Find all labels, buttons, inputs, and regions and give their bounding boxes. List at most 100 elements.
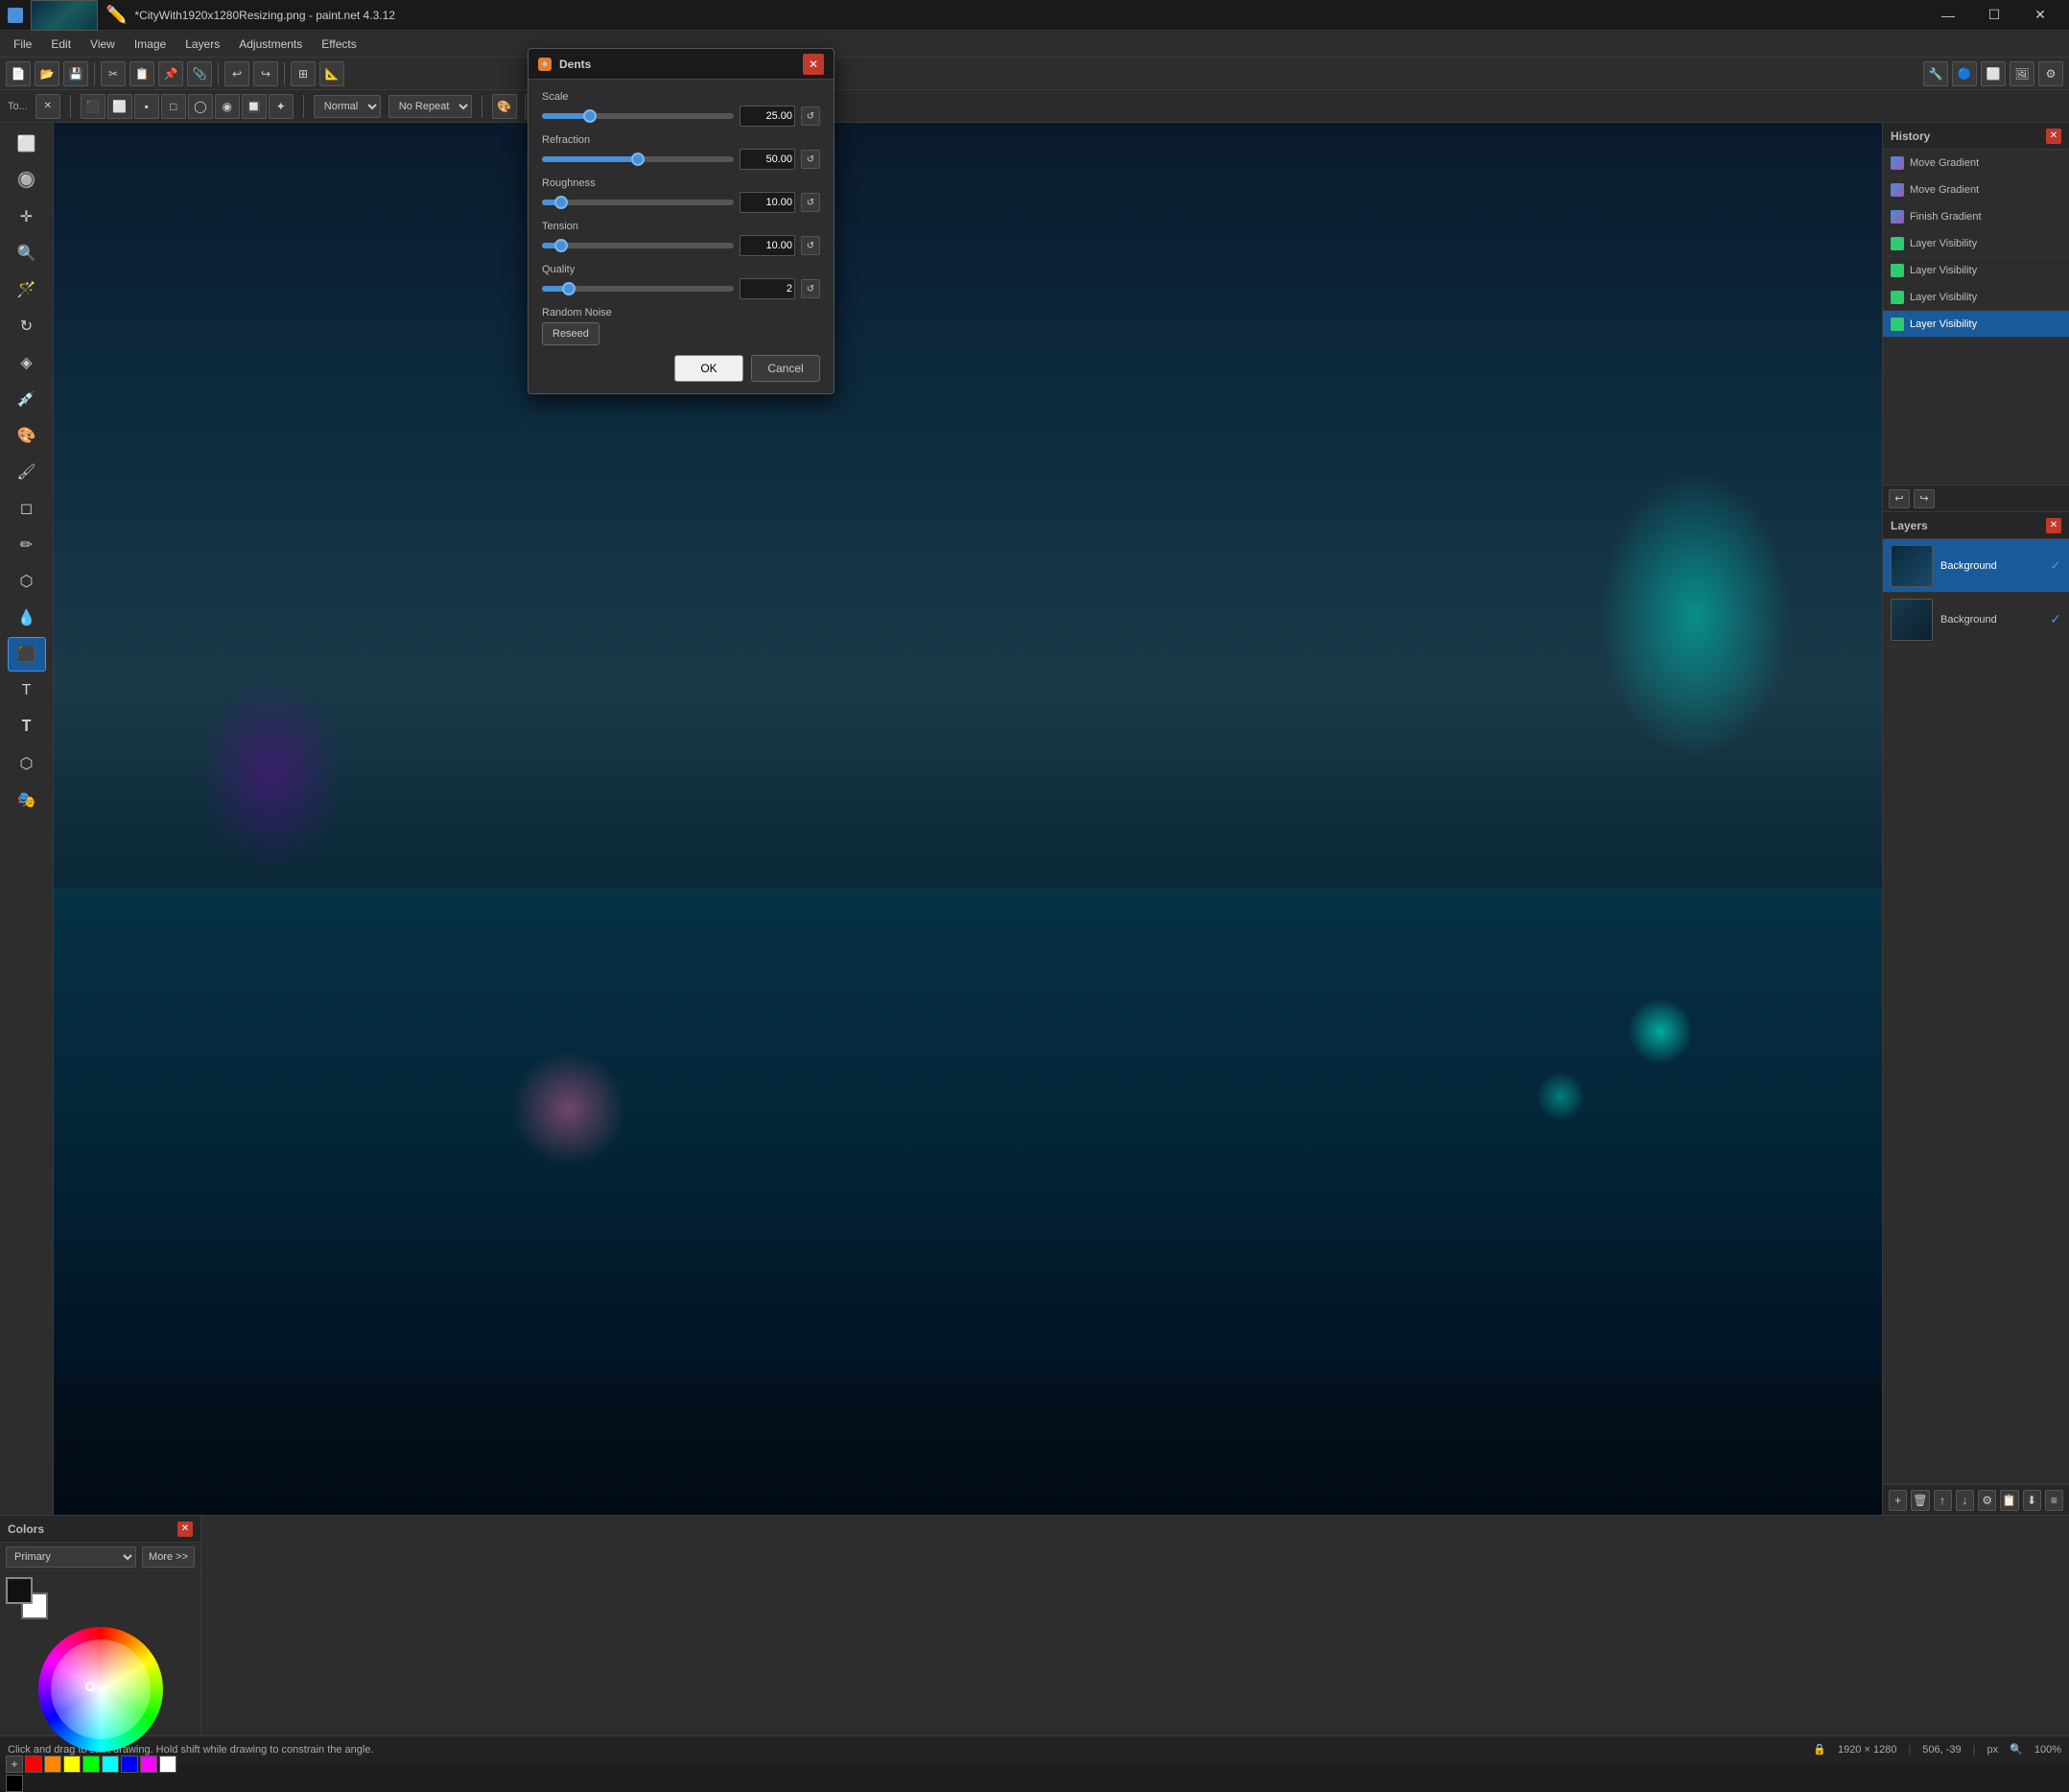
palette-color-6[interactable] [121, 1756, 138, 1773]
tool-rotate[interactable]: ↻ [8, 309, 46, 343]
scale-input[interactable] [740, 106, 795, 127]
gradient-btn[interactable]: 🎨 [492, 94, 517, 119]
palette-color-4[interactable] [82, 1756, 100, 1773]
history-item[interactable]: Layer Visibility [1883, 284, 2069, 311]
ok-button[interactable]: OK [674, 355, 743, 382]
tool-eraser[interactable]: ◻ [8, 491, 46, 526]
tool-text[interactable]: T [8, 673, 46, 708]
history-item[interactable]: Layer Visibility [1883, 230, 2069, 257]
add-layer-btn[interactable]: + [1889, 1490, 1907, 1511]
undo-history-btn[interactable]: ↩ [1889, 489, 1910, 508]
layer-properties-btn[interactable]: ⚙ [1978, 1490, 1996, 1511]
menu-adjustments[interactable]: Adjustments [229, 34, 312, 55]
toolbar-icon-1[interactable]: 🔧 [1923, 61, 1948, 86]
tool-move[interactable]: ✛ [8, 200, 46, 234]
quality-reset-btn[interactable]: ↺ [801, 279, 820, 298]
undo-button[interactable]: ↩ [224, 61, 249, 86]
refraction-track[interactable] [542, 156, 734, 162]
tool-shape-7[interactable]: 🔲 [242, 94, 267, 119]
primary-secondary-select[interactable]: Primary [6, 1546, 136, 1568]
more-colors-btn[interactable]: More >> [142, 1546, 195, 1568]
history-item[interactable]: Finish Gradient [1883, 203, 2069, 230]
foreground-color-swatch[interactable] [6, 1577, 33, 1604]
redo-button[interactable]: ↪ [253, 61, 278, 86]
cancel-button[interactable]: Cancel [751, 355, 820, 382]
tool-shape-2[interactable]: ⬜ [107, 94, 132, 119]
palette-color-2[interactable] [44, 1756, 61, 1773]
paste2-button[interactable]: 📎 [187, 61, 212, 86]
layer-visibility-check[interactable]: ✓ [2050, 557, 2061, 574]
layer-visibility-check[interactable]: ✓ [2050, 611, 2061, 627]
palette-color-3[interactable] [63, 1756, 81, 1773]
grid-button[interactable]: ⊞ [291, 61, 316, 86]
tool-zoom[interactable]: 🔍 [8, 236, 46, 271]
palette-color-8[interactable] [159, 1756, 176, 1773]
tool-brush[interactable]: 🖌 [8, 455, 46, 489]
layer-duplicate-btn[interactable]: 📋 [2000, 1490, 2018, 1511]
toolbar-icon-5[interactable]: ⚙ [2038, 61, 2063, 86]
refraction-reset-btn[interactable]: ↺ [801, 150, 820, 169]
cut-button[interactable]: ✂ [101, 61, 126, 86]
toolbar-icon-3[interactable]: ⬜ [1981, 61, 2006, 86]
save-button[interactable]: 💾 [63, 61, 88, 86]
tool-paint-bucket[interactable]: 🎭 [8, 783, 46, 817]
new-button[interactable]: 📄 [6, 61, 31, 86]
layer-item[interactable]: Background ✓ [1883, 593, 2069, 647]
minimize-button[interactable]: — [1927, 0, 1969, 31]
menu-edit[interactable]: Edit [41, 34, 81, 55]
menu-file[interactable]: File [4, 34, 41, 55]
tool-text-style[interactable]: 𝐓 [8, 710, 46, 744]
history-item[interactable]: Move Gradient [1883, 177, 2069, 203]
palette-color-9[interactable] [6, 1775, 23, 1792]
tool-magic-wand[interactable]: 🪄 [8, 272, 46, 307]
toolbar-icon-2[interactable]: 🔵 [1952, 61, 1977, 86]
menu-effects[interactable]: Effects [312, 34, 365, 55]
toolbar-icon-4[interactable]: 🖼 [2010, 61, 2034, 86]
layers-close-btn[interactable]: ✕ [2046, 518, 2061, 533]
colors-close-btn[interactable]: ✕ [177, 1521, 193, 1537]
tool-shape-4[interactable]: □ [161, 94, 186, 119]
scale-track[interactable] [542, 113, 734, 119]
tension-track[interactable] [542, 243, 734, 248]
tool-rectangle-select[interactable]: ⬜ [8, 127, 46, 161]
quality-track[interactable] [542, 286, 734, 292]
tension-input[interactable] [740, 235, 795, 256]
history-close-btn[interactable]: ✕ [2046, 129, 2061, 144]
palette-color-7[interactable] [140, 1756, 157, 1773]
tool-gradient[interactable]: ⬡ [8, 746, 46, 781]
tool-shape-5[interactable]: ◯ [188, 94, 213, 119]
redo-history-btn[interactable]: ↪ [1914, 489, 1935, 508]
roughness-input[interactable] [740, 192, 795, 213]
move-layer-down-btn[interactable]: ↓ [1956, 1490, 1974, 1511]
refraction-input[interactable] [740, 149, 795, 170]
layer-item-active[interactable]: Background ✓ [1883, 539, 2069, 593]
delete-layer-btn[interactable]: 🗑 [1911, 1490, 1929, 1511]
move-layer-up-btn[interactable]: ↑ [1934, 1490, 1952, 1511]
scale-reset-btn[interactable]: ↺ [801, 106, 820, 126]
history-item[interactable]: Move Gradient [1883, 150, 2069, 177]
tool-pencil[interactable]: ✏ [8, 528, 46, 562]
maximize-button[interactable]: ☐ [1973, 0, 2015, 31]
tool-recolor[interactable]: 🎨 [8, 418, 46, 453]
tension-reset-btn[interactable]: ↺ [801, 236, 820, 255]
tool-3d[interactable]: ◈ [8, 345, 46, 380]
tool-shape-1[interactable]: ⬛ [81, 94, 106, 119]
close-button[interactable]: ✕ [2019, 0, 2061, 31]
add-palette-btn[interactable]: + [6, 1756, 23, 1773]
repeat-select[interactable]: No Repeat [388, 95, 472, 118]
color-wheel[interactable] [38, 1627, 163, 1752]
roughness-track[interactable] [542, 200, 734, 205]
layer-merge-btn[interactable]: ⬇ [2023, 1490, 2041, 1511]
dents-close-btn[interactable]: ✕ [803, 54, 824, 75]
tool-clone[interactable]: ⬡ [8, 564, 46, 599]
history-item[interactable]: Layer Visibility [1883, 257, 2069, 284]
tool-shape-3[interactable]: ▪ [134, 94, 159, 119]
blend-mode-select[interactable]: Normal [314, 95, 381, 118]
quality-input[interactable] [740, 278, 795, 299]
layer-flatten-btn[interactable]: ≡ [2045, 1490, 2063, 1511]
close-tool-btn[interactable]: ✕ [35, 94, 60, 119]
menu-image[interactable]: Image [125, 34, 176, 55]
menu-view[interactable]: View [81, 34, 125, 55]
open-button[interactable]: 📂 [35, 61, 59, 86]
paste-button[interactable]: 📌 [158, 61, 183, 86]
